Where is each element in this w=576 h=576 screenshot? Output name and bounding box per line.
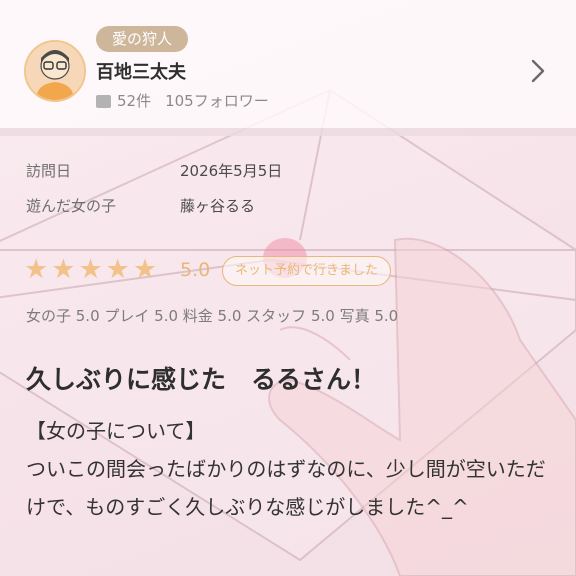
net-reservation-badge: ネット予約で行きました <box>222 256 392 286</box>
rating-score: 5.0 <box>180 259 211 281</box>
star-icon: ★ <box>78 254 103 285</box>
star-icon: ★ <box>132 254 158 285</box>
avatar[interactable] <box>24 40 86 102</box>
comment-icon <box>96 95 111 108</box>
reviewer-name[interactable]: 百地三太夫 <box>96 58 186 84</box>
star-icon: ★ <box>24 254 49 285</box>
review-count: 52件 <box>117 92 152 110</box>
star-rating: ★ ★ ★ ★ ★ <box>24 255 157 285</box>
follower-count: 105フォロワー <box>165 92 269 110</box>
user-avatar-icon <box>26 42 84 100</box>
review-body: ついこの間会ったばかりのはずなのに、少し間が空いただけで、ものすごく久しぶりな感… <box>26 457 546 519</box>
reviewer-stats: 52件 105フォロワー <box>96 90 269 111</box>
reviewer-rank-badge: 愛の狩人 <box>96 26 189 52</box>
star-icon: ★ <box>51 254 76 285</box>
section-heading: 【女の子について】 <box>26 419 206 443</box>
star-icon: ★ <box>105 254 130 285</box>
reviewer-card[interactable]: 愛の狩人 百地三太夫 52件 105フォロワー <box>0 0 576 128</box>
review-content: 【女の子について】 ついこの間会ったばかりのはずなのに、少し間が空いただけで、も… <box>26 412 556 526</box>
chevron-right-icon[interactable] <box>522 56 552 86</box>
girl-label: 遊んだ女の子 <box>26 197 117 215</box>
visit-date-label: 訪問日 <box>26 162 72 180</box>
girl-name-value[interactable]: 藤ヶ谷るる <box>180 195 255 216</box>
review-title: 久しぶりに感じた るるさん！ <box>26 365 377 394</box>
visit-date-value: 2026年5月5日 <box>180 162 283 180</box>
section-divider <box>0 128 576 136</box>
sub-scores: 女の子 5.0 プレイ 5.0 料金 5.0 スタッフ 5.0 写真 5.0 <box>26 307 399 325</box>
